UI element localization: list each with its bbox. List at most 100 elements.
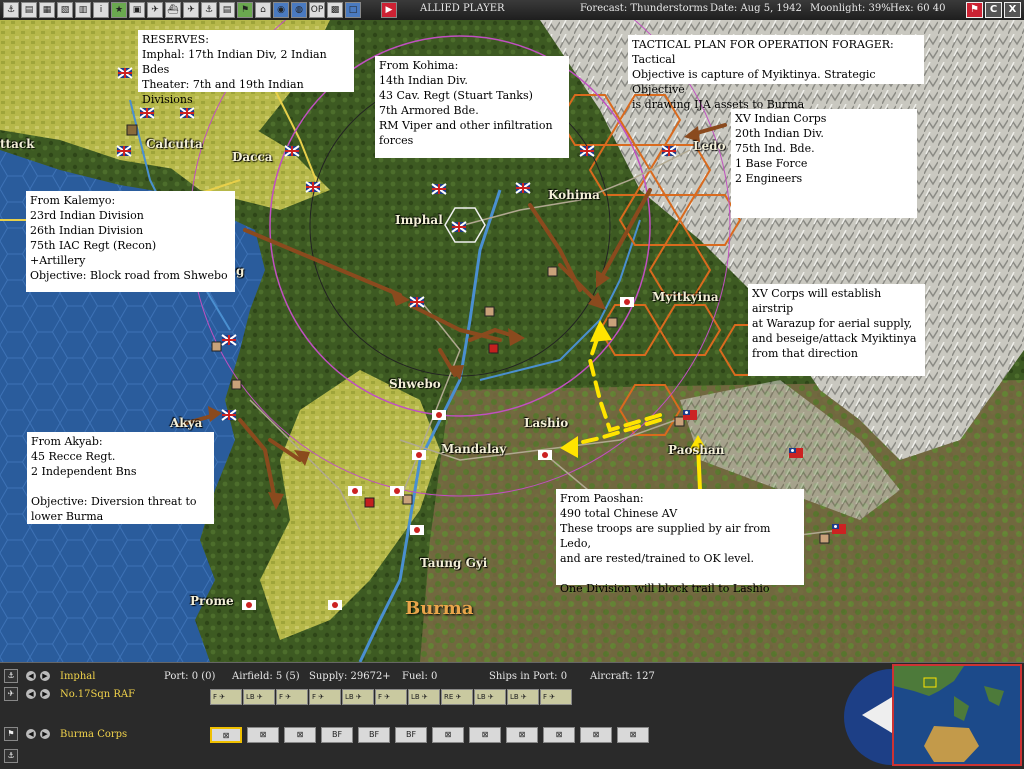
place-akyab: Akya — [170, 416, 203, 430]
note-akyab: From Akyab: 45 Recce Regt. 2 Independent… — [27, 432, 214, 524]
ground-unit-button[interactable]: ⊠ — [469, 727, 501, 743]
group-icon[interactable]: ▧ — [57, 2, 73, 18]
air-unit-button[interactable]: F ✈ — [540, 689, 572, 705]
note-kohima: From Kohima: 14th Indian Div. 43 Cav. Re… — [375, 56, 569, 158]
region-burma: Burma — [405, 598, 474, 619]
place-kohima: Kohima — [548, 188, 600, 202]
place-paoshan: Paoshan — [668, 443, 725, 457]
place-chittagong-cut: g — [236, 264, 245, 278]
table-icon[interactable]: ▥ — [75, 2, 91, 18]
air-unit-button[interactable]: F ✈ — [309, 689, 341, 705]
ground-unit-button[interactable]: ⊠ — [210, 727, 242, 743]
place-imphal: Imphal — [395, 213, 443, 227]
op-icon[interactable]: OP — [309, 2, 325, 18]
anchor-icon[interactable]: ⚓ — [3, 2, 19, 18]
prev-corps-button[interactable]: ◀ — [26, 729, 36, 739]
note-tactical-plan: TACTICAL PLAN FOR OPERATION FORAGER: Tac… — [628, 35, 924, 111]
air-unit-button[interactable]: LB ✈ — [243, 689, 275, 705]
intel-icon[interactable]: ▩ — [327, 2, 343, 18]
air-unit-button[interactable]: F ✈ — [276, 689, 308, 705]
exit-button[interactable]: X — [1004, 2, 1021, 18]
prev-base-button[interactable]: ◀ — [26, 671, 36, 681]
flag-icon[interactable]: ⚑ — [237, 2, 253, 18]
base-name[interactable]: Imphal — [60, 671, 95, 682]
chart-icon[interactable]: ▤ — [219, 2, 235, 18]
anchor-icon: ⚓ — [4, 669, 18, 683]
units-icon[interactable]: ▣ — [129, 2, 145, 18]
place-ledo: Ledo — [693, 139, 726, 153]
air-unit-button[interactable]: RE ✈ — [441, 689, 473, 705]
moonlight-label: Moonlight: 39% — [810, 3, 891, 14]
corps-name[interactable]: Burma Corps — [60, 729, 127, 740]
fuel-label: Fuel: 0 — [402, 671, 438, 682]
flag-icon: ⚑ — [4, 727, 18, 741]
air-unit-button[interactable]: LB ✈ — [342, 689, 374, 705]
ground-unit-button[interactable]: ⊠ — [284, 727, 316, 743]
airfield-label: Airfield: 5 (5) — [232, 671, 300, 682]
supply-label: Supply: 29672+ — [309, 671, 391, 682]
close-button[interactable]: C — [985, 2, 1002, 18]
place-attack-cut: ttack — [0, 137, 35, 151]
ground-unit-button[interactable]: ⊠ — [506, 727, 538, 743]
top-toolbar: ⚓ ▤ ▦ ▧ ▥ i ★ ▣ ✈ ⛴ ✈ ⚓ ▤ ⚑ ⌂ ◉ ◍ OP ▩ □… — [0, 0, 1024, 21]
ground-unit-button[interactable]: BF — [321, 727, 353, 743]
info-panel: ⚓ ◀ ▶ Imphal Port: 0 (0) Airfield: 5 (5)… — [0, 662, 1024, 769]
list-icon[interactable]: ▤ — [21, 2, 37, 18]
globe-icon — [844, 669, 892, 765]
air-unit-button[interactable]: LB ✈ — [507, 689, 539, 705]
star-icon[interactable]: ★ — [111, 2, 127, 18]
note-xv-corps: XV Indian Corps 20th Indian Div. 75th In… — [731, 109, 917, 218]
ground-unit-button[interactable]: BF — [358, 727, 390, 743]
ground-unit-button[interactable]: ⊠ — [432, 727, 464, 743]
next-base-button[interactable]: ▶ — [40, 671, 50, 681]
note-paoshan: From Paoshan: 490 total Chinese AV These… — [556, 489, 804, 595]
anchor-small-icon: ⚓ — [4, 749, 18, 763]
date-label: Date: Aug 5, 1942 — [710, 3, 802, 14]
place-dacca: Dacca — [232, 150, 273, 164]
next-corps-button[interactable]: ▶ — [40, 729, 50, 739]
player-label: ALLIED PLAYER — [420, 3, 505, 14]
air-unit-button[interactable]: F ✈ — [375, 689, 407, 705]
air-unit-button[interactable]: F ✈ — [210, 689, 242, 705]
note-airstrip: XV Corps will establish airstrip at Wara… — [748, 284, 925, 376]
minimap-terrain — [894, 666, 1020, 764]
prev-squadron-button[interactable]: ◀ — [26, 689, 36, 699]
place-prome: Prome — [190, 594, 234, 608]
world-icon[interactable]: ◍ — [291, 2, 307, 18]
ground-unit-button[interactable]: ⊠ — [580, 727, 612, 743]
air-unit-button[interactable]: LB ✈ — [474, 689, 506, 705]
ship-icon[interactable]: ⛴ — [165, 2, 181, 18]
next-squadron-button[interactable]: ▶ — [40, 689, 50, 699]
minimap[interactable] — [892, 664, 1022, 766]
ships-in-port-label: Ships in Port: 0 — [489, 671, 568, 682]
sub-icon[interactable]: ⚓ — [201, 2, 217, 18]
play-icon[interactable]: ▶ — [381, 2, 397, 18]
ground-unit-button[interactable]: ⊠ — [247, 727, 279, 743]
forecast-label: Forecast: Thunderstorms — [580, 3, 709, 14]
place-lashio: Lashio — [524, 416, 569, 430]
note-kalemyo: From Kalemyo: 23rd Indian Division 26th … — [26, 191, 235, 292]
aircraft-icon[interactable]: ✈ — [147, 2, 163, 18]
info-icon[interactable]: i — [93, 2, 109, 18]
base-icon[interactable]: ⌂ — [255, 2, 271, 18]
note-reserves: RESERVES: Imphal: 17th Indian Div, 2 Ind… — [138, 30, 354, 106]
place-taunggyi: Taung Gyi — [420, 556, 488, 570]
minimize-button[interactable]: ⚑ — [966, 2, 983, 18]
place-calcutta: Calcutta — [146, 137, 203, 151]
squadron-name[interactable]: No.17Sqn RAF — [60, 689, 135, 700]
place-shwebo: Shwebo — [389, 377, 441, 391]
window-icon[interactable]: □ — [345, 2, 361, 18]
place-mandalay: Mandalay — [441, 442, 507, 456]
hex-label: Hex: 60 40 — [890, 3, 946, 14]
aircraft-label: Aircraft: 127 — [590, 671, 655, 682]
port-label: Port: 0 (0) — [164, 671, 216, 682]
report-icon[interactable]: ▦ — [39, 2, 55, 18]
ground-unit-button[interactable]: ⊠ — [543, 727, 575, 743]
plane-icon[interactable]: ✈ — [183, 2, 199, 18]
ground-unit-button[interactable]: BF — [395, 727, 427, 743]
place-myitkyina: Myitkyina — [652, 290, 719, 304]
ground-unit-button[interactable]: ⊠ — [617, 727, 649, 743]
air-unit-button[interactable]: LB ✈ — [408, 689, 440, 705]
globe-icon[interactable]: ◉ — [273, 2, 289, 18]
game-map[interactable]: ttack Calcutta Dacca Imphal Kohima Ledo … — [0, 20, 1024, 662]
